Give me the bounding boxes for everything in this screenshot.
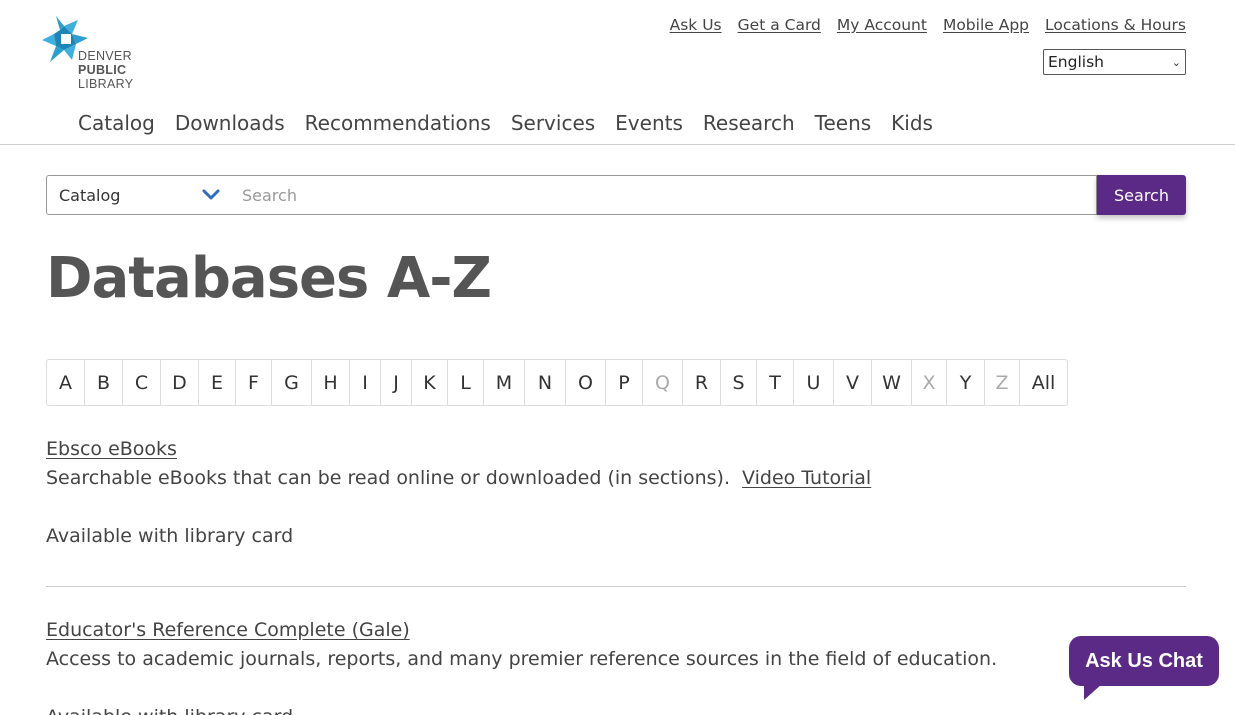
az-letter-e[interactable]: E — [199, 360, 236, 405]
utility-link-ask-us[interactable]: Ask Us — [670, 16, 722, 34]
video-tutorial-link[interactable]: Video Tutorial — [742, 467, 871, 489]
site-logo[interactable]: DENVER PUBLIC LIBRARY — [42, 16, 134, 96]
az-letter-o[interactable]: O — [566, 360, 606, 405]
nav-divider — [0, 144, 1235, 145]
utility-link-my-account[interactable]: My Account — [837, 16, 927, 34]
database-availability: Available with library card — [46, 706, 997, 715]
language-selected-value: English — [1048, 53, 1104, 71]
nav-item-services[interactable]: Services — [511, 111, 595, 135]
az-letter-q: Q — [643, 360, 683, 405]
chevron-down-icon: ⌄ — [1171, 55, 1181, 69]
az-letter-y[interactable]: Y — [947, 360, 985, 405]
az-letter-t[interactable]: T — [757, 360, 794, 405]
az-letter-g[interactable]: G — [272, 360, 312, 405]
database-description-text: Searchable eBooks that can be read onlin… — [46, 467, 730, 489]
az-letter-j[interactable]: J — [381, 360, 412, 405]
az-letter-v[interactable]: V — [834, 360, 872, 405]
chat-bubble-tail — [1084, 684, 1102, 700]
az-letter-n[interactable]: N — [525, 360, 566, 405]
az-letter-all[interactable]: All — [1020, 360, 1067, 405]
utility-nav: Ask Us Get a Card My Account Mobile App … — [670, 16, 1186, 34]
database-entry: Ebsco eBooks Searchable eBooks that can … — [46, 438, 871, 547]
database-title-link[interactable]: Ebsco eBooks — [46, 438, 871, 460]
az-letter-z: Z — [985, 360, 1020, 405]
entry-divider — [46, 586, 1186, 587]
az-letter-f[interactable]: F — [236, 360, 272, 405]
az-filter-bar: A B C D E F G H I J K L M N O P Q R S T U V W X Y Z All — [46, 359, 1068, 406]
az-letter-l[interactable]: L — [448, 360, 484, 405]
database-title-link[interactable]: Educator's Reference Complete (Gale) — [46, 619, 997, 641]
az-letter-c[interactable]: C — [123, 360, 161, 405]
language-select[interactable]: English ⌄ — [1043, 49, 1186, 75]
nav-item-teens[interactable]: Teens — [815, 111, 872, 135]
main-nav: Catalog Downloads Recommendations Servic… — [78, 111, 933, 135]
database-description: Searchable eBooks that can be read onlin… — [46, 467, 871, 489]
utility-link-get-a-card[interactable]: Get a Card — [738, 16, 821, 34]
az-letter-x: X — [912, 360, 947, 405]
logo-line-2: PUBLIC — [78, 63, 127, 77]
utility-link-locations-hours[interactable]: Locations & Hours — [1045, 16, 1186, 34]
chevron-down-icon — [202, 189, 220, 200]
az-letter-m[interactable]: M — [484, 360, 525, 405]
search-button[interactable]: Search — [1097, 175, 1186, 215]
az-letter-u[interactable]: U — [794, 360, 834, 405]
logo-line-1: DENVER — [78, 49, 132, 63]
nav-item-research[interactable]: Research — [703, 111, 795, 135]
search-scope-select[interactable]: Catalog — [46, 175, 231, 215]
az-letter-h[interactable]: H — [312, 360, 350, 405]
search-scope-value: Catalog — [59, 185, 121, 205]
ask-us-chat-button[interactable]: Ask Us Chat — [1069, 636, 1219, 686]
az-letter-a[interactable]: A — [47, 360, 85, 405]
search-placeholder: Search — [242, 185, 297, 205]
az-letter-b[interactable]: B — [85, 360, 123, 405]
az-letter-k[interactable]: K — [412, 360, 448, 405]
nav-item-kids[interactable]: Kids — [891, 111, 933, 135]
search-input[interactable]: Search — [230, 175, 1097, 215]
logo-wordmark: DENVER PUBLIC LIBRARY — [78, 49, 133, 91]
page-title: Databases A-Z — [46, 246, 492, 311]
az-letter-s[interactable]: S — [721, 360, 757, 405]
nav-item-recommendations[interactable]: Recommendations — [305, 111, 491, 135]
nav-item-catalog[interactable]: Catalog — [78, 111, 155, 135]
database-entry: Educator's Reference Complete (Gale) Acc… — [46, 619, 997, 715]
logo-line-3: LIBRARY — [78, 77, 134, 91]
az-letter-w[interactable]: W — [872, 360, 912, 405]
az-letter-r[interactable]: R — [683, 360, 721, 405]
az-letter-i[interactable]: I — [350, 360, 381, 405]
az-letter-d[interactable]: D — [161, 360, 199, 405]
database-availability: Available with library card — [46, 525, 294, 547]
nav-item-events[interactable]: Events — [615, 111, 683, 135]
az-letter-p[interactable]: P — [606, 360, 643, 405]
utility-link-mobile-app[interactable]: Mobile App — [943, 16, 1029, 34]
database-description: Access to academic journals, reports, an… — [46, 648, 998, 670]
nav-item-downloads[interactable]: Downloads — [175, 111, 285, 135]
